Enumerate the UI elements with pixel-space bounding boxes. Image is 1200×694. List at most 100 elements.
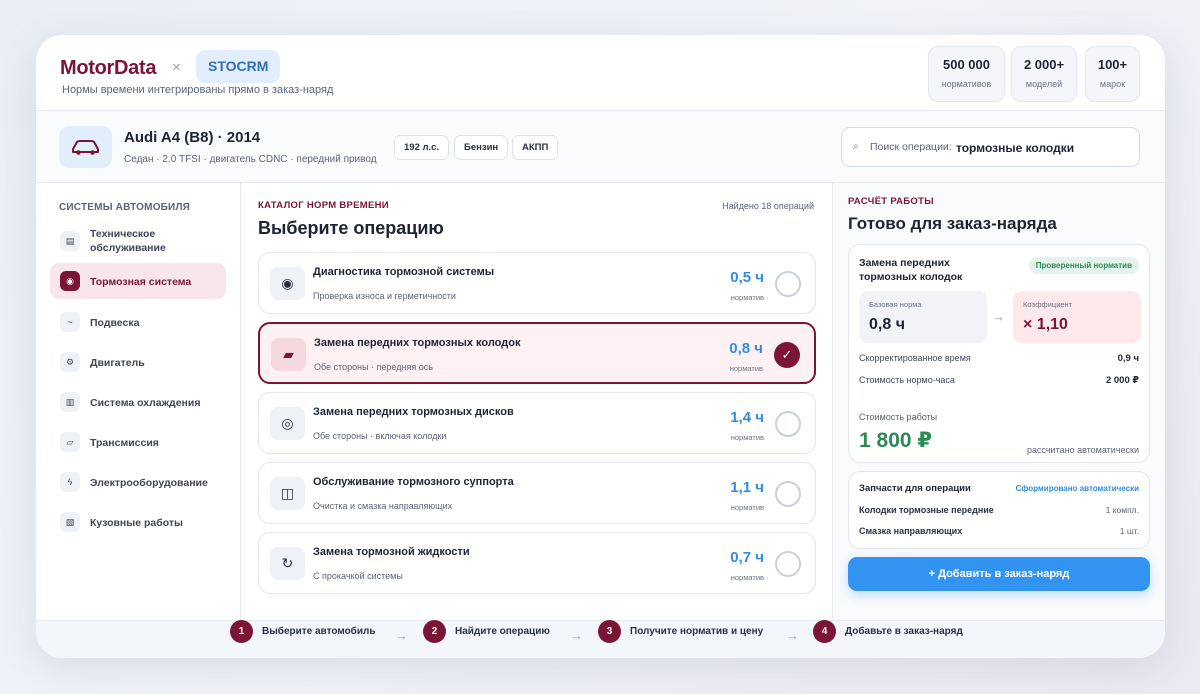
sidebar-item-maintenance[interactable]: ▤ Техническое обслуживание [50, 223, 226, 259]
arrow-right-icon: → [786, 628, 799, 643]
stat-card: 500 000 нормативов [928, 46, 1005, 102]
car-icon [59, 126, 112, 168]
operation-norm: 0,8 ч [729, 340, 763, 357]
hour-rate-value: 2 000 ₽ [1105, 375, 1139, 386]
sidebar-item-label: Техническое обслуживание [90, 228, 166, 254]
base-norm-box: Базовая норма 0,8 ч [859, 291, 987, 343]
step-number: 3 [598, 620, 621, 643]
calc-operation-name: Замена передних тормозных колодок [859, 257, 963, 283]
verified-badge: Проверенный норматив [1028, 257, 1139, 274]
stat-card: 100+ марок [1085, 46, 1140, 102]
base-norm-label: Базовая норма [869, 300, 922, 309]
operation-item[interactable]: ◫ Обслуживание тормозного суппорта Очист… [258, 462, 816, 524]
fluid-icon: ↻ [270, 547, 305, 580]
diagnostics-icon: ◉ [270, 267, 305, 300]
step-label: Получите норматив и цену [630, 626, 764, 637]
stat-value: 500 000 [943, 57, 990, 72]
operation-norm: 0,5 ч [730, 269, 764, 286]
sidebar-item-suspension[interactable]: ~ Подвеска [50, 304, 226, 340]
sidebar-item-label: Система охлаждения [90, 397, 201, 409]
operation-subtitle: Очистка и смазка направляющих [313, 501, 453, 511]
vehicle-subtitle: Седан · 2.0 TFSI · двигатель CDNC · пере… [124, 154, 377, 165]
operation-radio[interactable] [775, 551, 801, 577]
sidebar-item-electrical[interactable]: ϟ Электрооборудование [50, 464, 226, 500]
partner-badge: STOCRM [196, 50, 281, 83]
operation-title: Обслуживание тормозного суппорта [313, 476, 514, 488]
parts-auto-label: Сформировано автоматически [1015, 484, 1139, 493]
adjusted-time-label: Скорректированное время [859, 353, 971, 363]
operation-title: Замена передних тормозных колодок [314, 337, 521, 349]
coefficient-label: Коэффициент [1023, 300, 1073, 309]
auto-calc-note: рассчитано автоматически [1026, 445, 1139, 455]
maintenance-icon: ▤ [60, 231, 80, 251]
sidebar-item-brakes[interactable]: ◉ Тормозная система [50, 263, 226, 299]
adjusted-time-value: 0,9 ч [1117, 353, 1139, 364]
sidebar-item-engine[interactable]: ⚙ Двигатель [50, 344, 226, 380]
search-icon: ⌕ [853, 141, 859, 152]
operation-item[interactable]: ↻ Замена тормозной жидкости С прокачкой … [258, 532, 816, 594]
operation-item-selected[interactable]: ▰ Замена передних тормозных колодок Обе … [258, 322, 816, 384]
operation-radio[interactable] [775, 481, 801, 507]
catalog-eyebrow: КАТАЛОГ НОРМ ВРЕМЕНИ [258, 200, 389, 211]
brake-icon: ◉ [60, 271, 80, 291]
header: MotorData × STOCRM Нормы времени интегри… [36, 35, 1165, 111]
engine-icon: ⚙ [60, 352, 80, 372]
brake-disc-icon: ◎ [270, 407, 305, 440]
operation-title: Диагностика тормозной системы [313, 266, 495, 278]
tagline: Нормы времени интегрированы прямо в зака… [62, 84, 334, 96]
part-name: Смазка направляющих [859, 526, 963, 536]
arrow-right-icon: → [992, 309, 1005, 324]
calc-title: Готово для заказ-наряда [848, 214, 1057, 233]
step-number: 4 [813, 620, 836, 643]
base-norm-value: 0,8 ч [869, 316, 905, 333]
operation-norm-label: норматив [730, 503, 764, 512]
operation-subtitle: С прокачкой системы [313, 571, 403, 581]
operation-subtitle: Проверка износа и герметичности [313, 291, 456, 301]
step-label: Найдите операцию [455, 626, 550, 637]
coefficient-box: Коэффициент × 1,10 [1013, 291, 1141, 343]
add-to-order-button[interactable]: + Добавить в заказ-наряд [848, 557, 1150, 591]
sidebar-item-body[interactable]: ▧ Кузовные работы [50, 504, 226, 540]
sidebar-item-label: Тормозная система [90, 276, 192, 288]
check-icon[interactable]: ✓ [774, 342, 800, 368]
spec-chip: АКПП [512, 135, 559, 160]
parts-title: Запчасти для операции [859, 483, 971, 494]
sidebar-item-label: Трансмиссия [90, 437, 159, 449]
operation-radio[interactable] [775, 271, 801, 297]
spec-chip: Бензин [454, 135, 509, 160]
sidebar-item-label: Двигатель [90, 357, 145, 369]
operation-title: Замена тормозной жидкости [313, 546, 470, 558]
search-input[interactable] [956, 138, 1126, 158]
operation-norm: 1,1 ч [730, 479, 764, 496]
brand-separator: × [172, 59, 181, 76]
search-label: Поиск операции: [870, 141, 952, 153]
sidebar-item-label: Кузовные работы [90, 517, 184, 529]
stat-label: марок [1099, 79, 1126, 89]
operation-item[interactable]: ◉ Диагностика тормозной системы Проверка… [258, 252, 816, 314]
sidebar-item-transmission[interactable]: ▱ Трансмиссия [50, 424, 226, 460]
caliper-icon: ◫ [270, 477, 305, 510]
results-count: Найдено 18 операций [722, 201, 814, 211]
arrow-right-icon: → [395, 628, 408, 643]
sidebar-title: СИСТЕМЫ АВТОМОБИЛЯ [59, 202, 191, 213]
systems-sidebar: СИСТЕМЫ АВТОМОБИЛЯ ▤ Техническое обслужи… [36, 183, 241, 620]
operation-item[interactable]: ◎ Замена передних тормозных дисков Обе с… [258, 392, 816, 454]
calculation-panel: РАСЧЁТ РАБОТЫ Готово для заказ-наряда За… [833, 183, 1165, 620]
operation-radio[interactable] [775, 411, 801, 437]
operation-norm-label: норматив [729, 364, 763, 373]
stat-card: 2 000+ моделей [1011, 46, 1077, 102]
part-qty: 1 шт. [1119, 526, 1139, 536]
step-number: 1 [230, 620, 253, 643]
electrical-icon: ϟ [60, 472, 80, 492]
operation-norm-label: норматив [730, 293, 764, 302]
vehicle-title: Audi A4 (B8) · 2014 [124, 129, 261, 146]
stat-value: 2 000+ [1023, 57, 1065, 72]
vehicle-bar: Audi A4 (B8) · 2014 Седан · 2.0 TFSI · д… [36, 111, 1165, 183]
sidebar-item-label: Электрооборудование [90, 477, 208, 489]
sidebar-item-cooling[interactable]: ▥ Система охлаждения [50, 384, 226, 420]
calc-eyebrow: РАСЧЁТ РАБОТЫ [848, 196, 934, 207]
operation-norm: 0,7 ч [730, 549, 764, 566]
operation-subtitle: Обе стороны · передняя ось [314, 362, 433, 372]
operation-search[interactable]: ⌕ Поиск операции: [841, 127, 1140, 167]
hour-rate-label: Стоимость нормо-часа [859, 375, 955, 385]
